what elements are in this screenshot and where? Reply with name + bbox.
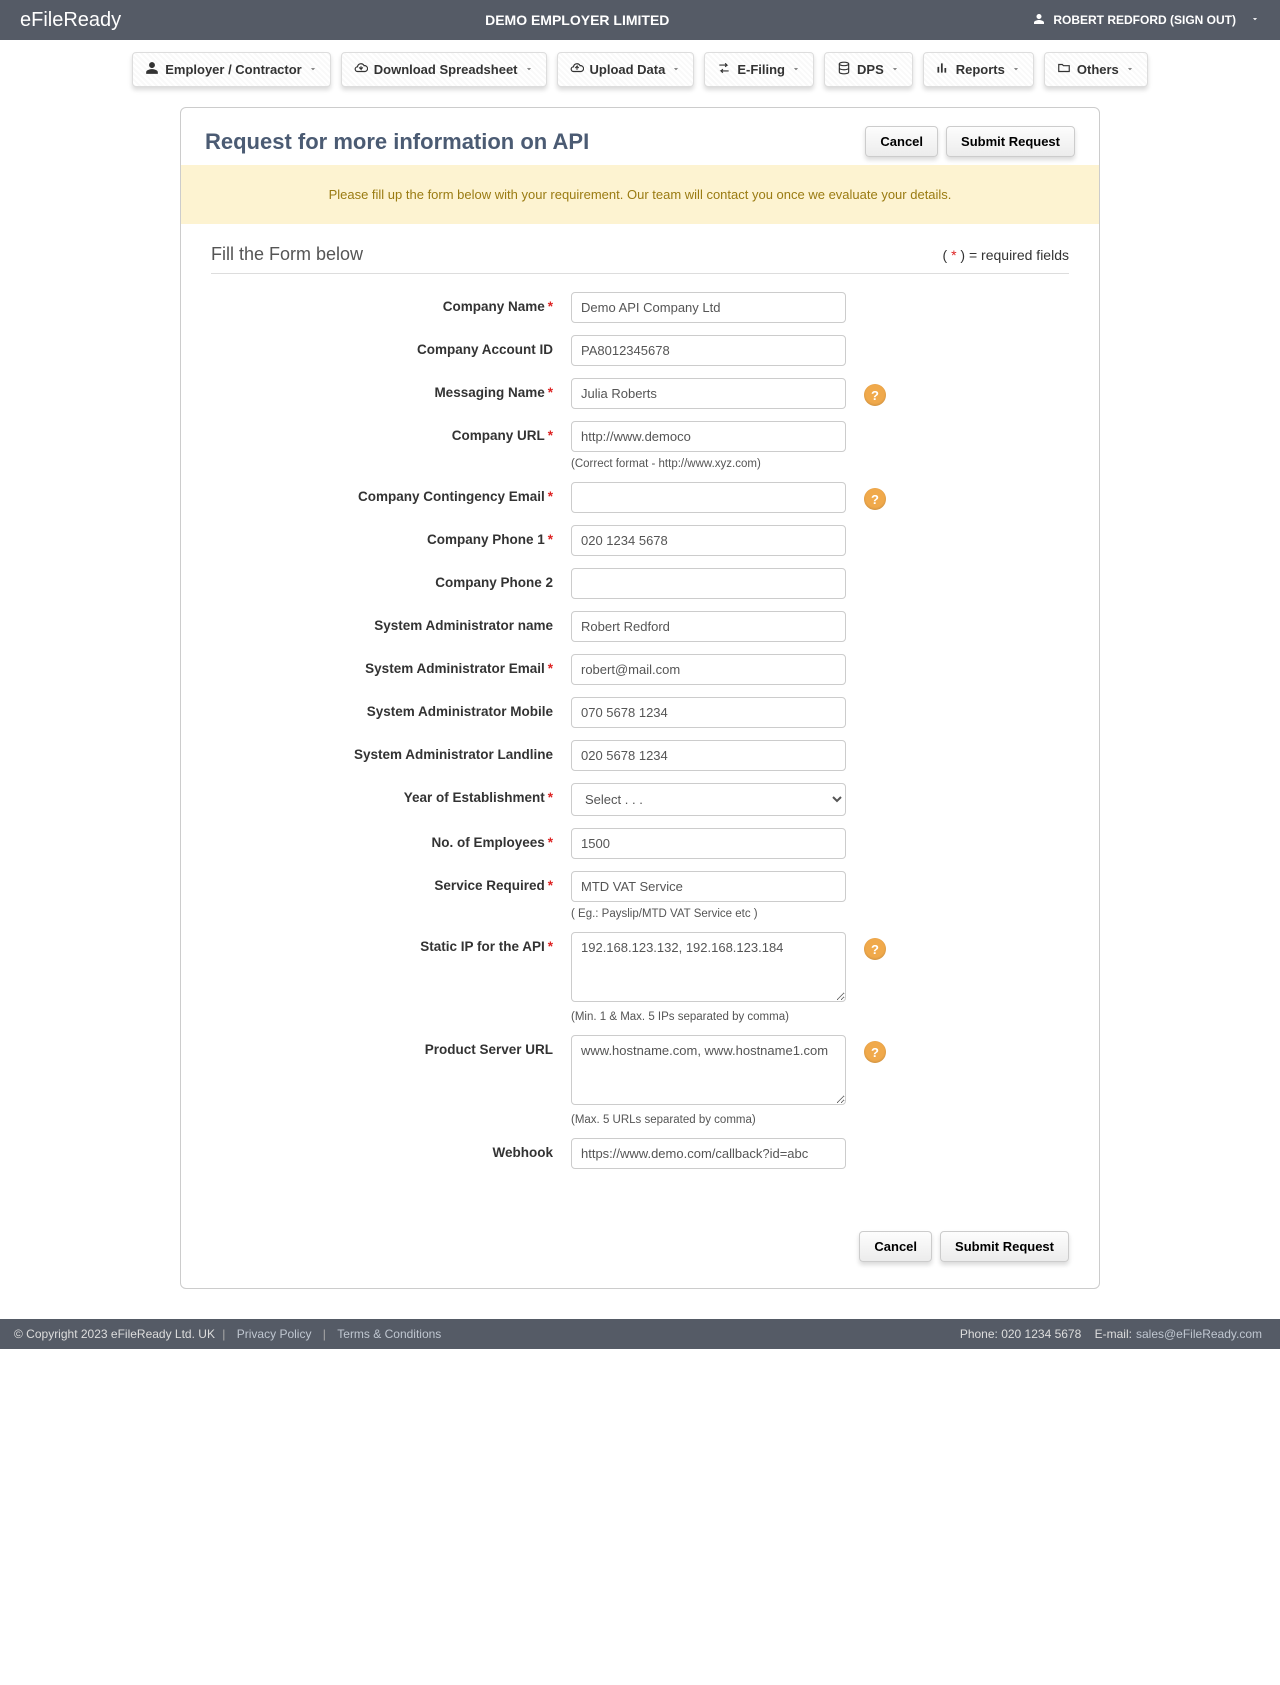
phone1-input[interactable] bbox=[571, 525, 846, 556]
nav-label: E-Filing bbox=[737, 62, 785, 77]
label-server-url: Product Server URL bbox=[211, 1035, 571, 1057]
company-name-input[interactable] bbox=[571, 292, 846, 323]
footer-email[interactable]: sales@eFileReady.com bbox=[1136, 1327, 1262, 1341]
nav-label: Download Spreadsheet bbox=[374, 62, 518, 77]
label-company-name: Company Name* bbox=[211, 292, 571, 314]
chevron-down-icon bbox=[308, 62, 318, 77]
cancel-button-bottom[interactable]: Cancel bbox=[859, 1231, 932, 1262]
footer-phone-label: Phone: bbox=[960, 1327, 1001, 1341]
nav-others[interactable]: Others bbox=[1044, 52, 1148, 87]
label-phone1: Company Phone 1* bbox=[211, 525, 571, 547]
admin-landline-input[interactable] bbox=[571, 740, 846, 771]
label-admin-mobile: System Administrator Mobile bbox=[211, 697, 571, 719]
footer-copyright: © Copyright 2023 eFileReady Ltd. UK bbox=[14, 1327, 215, 1341]
contingency-email-input[interactable] bbox=[571, 482, 846, 513]
nav-employer[interactable]: Employer / Contractor bbox=[132, 52, 331, 87]
submit-button[interactable]: Submit Request bbox=[946, 126, 1075, 157]
chevron-down-icon bbox=[524, 62, 534, 77]
panel-header: Request for more information on API Canc… bbox=[181, 108, 1099, 165]
server-hint: (Max. 5 URLs separated by comma) bbox=[571, 1114, 846, 1126]
nav-label: Reports bbox=[956, 62, 1005, 77]
label-phone2: Company Phone 2 bbox=[211, 568, 571, 590]
ip-hint: (Min. 1 & Max. 5 IPs separated by comma) bbox=[571, 1011, 846, 1023]
phone2-input[interactable] bbox=[571, 568, 846, 599]
exchange-icon bbox=[717, 61, 731, 78]
label-admin-landline: System Administrator Landline bbox=[211, 740, 571, 762]
label-admin-email: System Administrator Email* bbox=[211, 654, 571, 676]
service-hint: ( Eg.: Payslip/MTD VAT Service etc ) bbox=[571, 908, 846, 920]
admin-mobile-input bbox=[571, 697, 846, 728]
label-static-ip: Static IP for the API* bbox=[211, 932, 571, 954]
label-webhook: Webhook bbox=[211, 1138, 571, 1160]
label-messaging-name: Messaging Name* bbox=[211, 378, 571, 400]
nav-upload[interactable]: Upload Data bbox=[557, 52, 695, 87]
account-id-input bbox=[571, 335, 846, 366]
api-request-panel: Request for more information on API Canc… bbox=[180, 107, 1100, 1289]
label-admin-name: System Administrator name bbox=[211, 611, 571, 633]
chevron-down-icon bbox=[791, 62, 801, 77]
year-est-select[interactable]: Select . . . bbox=[571, 783, 846, 816]
main-nav: Employer / Contractor Download Spreadshe… bbox=[0, 40, 1280, 107]
user-icon bbox=[145, 61, 159, 78]
help-icon[interactable]: ? bbox=[864, 384, 886, 406]
submit-button-bottom[interactable]: Submit Request bbox=[940, 1231, 1069, 1262]
cloud-download-icon bbox=[354, 61, 368, 78]
cancel-button[interactable]: Cancel bbox=[865, 126, 938, 157]
panel-title: Request for more information on API bbox=[205, 129, 589, 155]
user-icon bbox=[1033, 13, 1045, 28]
server-url-textarea[interactable] bbox=[571, 1035, 846, 1105]
employees-input[interactable] bbox=[571, 828, 846, 859]
bar-chart-icon bbox=[936, 61, 950, 78]
chevron-down-icon bbox=[890, 62, 900, 77]
admin-name-input bbox=[571, 611, 846, 642]
nav-label: Others bbox=[1077, 62, 1119, 77]
label-service-required: Service Required* bbox=[211, 871, 571, 893]
chevron-down-icon bbox=[1011, 62, 1021, 77]
cloud-upload-icon bbox=[570, 61, 584, 78]
nav-label: Upload Data bbox=[590, 62, 666, 77]
chevron-down-icon bbox=[1125, 62, 1135, 77]
static-ip-textarea[interactable] bbox=[571, 932, 846, 1002]
label-company-url: Company URL* bbox=[211, 421, 571, 443]
chevron-down-icon bbox=[671, 62, 681, 77]
chevron-down-icon bbox=[1250, 13, 1260, 27]
label-employees: No. of Employees* bbox=[211, 828, 571, 850]
label-account-id: Company Account ID bbox=[211, 335, 571, 357]
help-icon[interactable]: ? bbox=[864, 488, 886, 510]
messaging-name-input[interactable] bbox=[571, 378, 846, 409]
folder-open-icon bbox=[1057, 61, 1071, 78]
database-icon bbox=[837, 61, 851, 78]
admin-email-input[interactable] bbox=[571, 654, 846, 685]
brand-logo: eFileReady bbox=[20, 9, 121, 32]
user-menu[interactable]: ROBERT REDFORD (SIGN OUT) bbox=[1033, 13, 1260, 28]
required-note: ( * ) = required fields bbox=[943, 247, 1069, 263]
help-icon[interactable]: ? bbox=[864, 938, 886, 960]
label-contingency-email: Company Contingency Email* bbox=[211, 482, 571, 504]
footer: © Copyright 2023 eFileReady Ltd. UK | Pr… bbox=[0, 1319, 1280, 1349]
nav-dps[interactable]: DPS bbox=[824, 52, 913, 87]
footer-email-label: E-mail: bbox=[1095, 1327, 1132, 1341]
info-banner: Please fill up the form below with your … bbox=[181, 165, 1099, 224]
nav-efiling[interactable]: E-Filing bbox=[704, 52, 814, 87]
top-bar: eFileReady DEMO EMPLOYER LIMITED ROBERT … bbox=[0, 0, 1280, 40]
header-company: DEMO EMPLOYER LIMITED bbox=[121, 12, 1033, 28]
service-required-input[interactable] bbox=[571, 871, 846, 902]
nav-label: DPS bbox=[857, 62, 884, 77]
privacy-link[interactable]: Privacy Policy bbox=[237, 1327, 312, 1341]
webhook-input[interactable] bbox=[571, 1138, 846, 1169]
help-icon[interactable]: ? bbox=[864, 1041, 886, 1063]
form-subheader: Fill the Form below ( * ) = required fie… bbox=[211, 244, 1069, 274]
nav-label: Employer / Contractor bbox=[165, 62, 302, 77]
user-label: ROBERT REDFORD (SIGN OUT) bbox=[1053, 13, 1236, 27]
nav-download[interactable]: Download Spreadsheet bbox=[341, 52, 547, 87]
form-subtitle: Fill the Form below bbox=[211, 244, 363, 265]
label-year-est: Year of Establishment* bbox=[211, 783, 571, 805]
company-url-input[interactable] bbox=[571, 421, 846, 452]
nav-reports[interactable]: Reports bbox=[923, 52, 1034, 87]
terms-link[interactable]: Terms & Conditions bbox=[337, 1327, 441, 1341]
company-url-hint: (Correct format - http://www.xyz.com) bbox=[571, 458, 846, 470]
footer-phone: 020 1234 5678 bbox=[1001, 1327, 1081, 1341]
